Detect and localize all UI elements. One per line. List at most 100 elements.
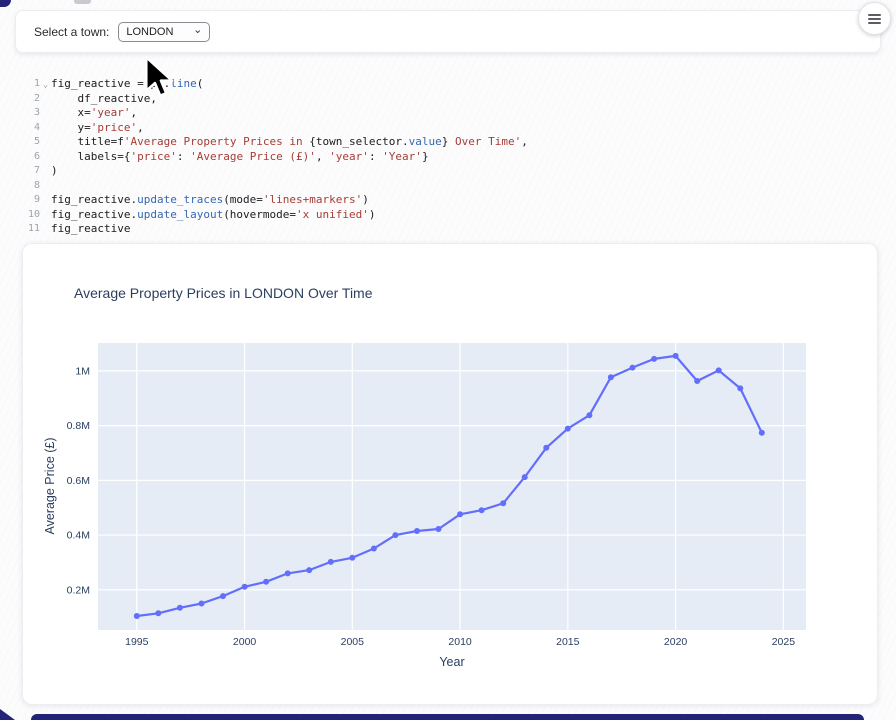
data-point[interactable] bbox=[155, 610, 161, 616]
data-point[interactable] bbox=[285, 570, 291, 576]
line-number: 1 bbox=[14, 77, 40, 92]
data-point[interactable] bbox=[651, 356, 657, 362]
code-text: labels={'price': 'Average Price (£)', 'y… bbox=[51, 150, 882, 165]
data-point[interactable] bbox=[242, 584, 248, 590]
data-point[interactable] bbox=[328, 559, 334, 565]
code-token: {town_selector. bbox=[309, 135, 408, 148]
chart-output-cell: 19952000200520102015202020250.2M0.4M0.6M… bbox=[22, 243, 878, 705]
x-tick-label: 2000 bbox=[233, 636, 257, 648]
data-point[interactable] bbox=[716, 367, 722, 373]
data-point[interactable] bbox=[392, 532, 398, 538]
price-line-chart[interactable]: 19952000200520102015202020250.2M0.4M0.6M… bbox=[23, 244, 878, 689]
code-text: x='year', bbox=[51, 106, 882, 121]
code-token: 'year' bbox=[91, 106, 131, 119]
code-token: y= bbox=[51, 121, 91, 134]
data-point[interactable] bbox=[306, 567, 312, 573]
data-point[interactable] bbox=[263, 579, 269, 585]
x-tick-label: 1995 bbox=[125, 636, 149, 648]
line-number: 4 bbox=[14, 121, 40, 136]
data-point[interactable] bbox=[565, 426, 571, 432]
line-number: 3 bbox=[14, 106, 40, 121]
fold-spacer bbox=[40, 121, 51, 136]
data-point[interactable] bbox=[759, 430, 765, 436]
data-point[interactable] bbox=[500, 500, 506, 506]
y-tick-label: 0.4M bbox=[67, 530, 90, 542]
cutoff-next-cell-bar bbox=[31, 714, 864, 720]
data-point[interactable] bbox=[630, 365, 636, 371]
code-line[interactable]: 3 x='year', bbox=[14, 106, 882, 121]
x-tick-label: 2015 bbox=[556, 636, 580, 648]
code-token: ( bbox=[197, 77, 204, 90]
code-token: ) bbox=[362, 193, 369, 206]
data-point[interactable] bbox=[371, 546, 377, 552]
plot-area[interactable] bbox=[98, 343, 806, 630]
code-line[interactable]: 11fig_reactive bbox=[14, 222, 882, 237]
data-point[interactable] bbox=[177, 605, 183, 611]
code-line[interactable]: 10fig_reactive.update_layout(hovermode='… bbox=[14, 208, 882, 223]
code-token: ) bbox=[369, 208, 376, 221]
marimo-notebook-page: { "widget_panel": { "label": "Select a t… bbox=[0, 0, 896, 720]
code-token: Over Time' bbox=[448, 135, 521, 148]
code-text: fig_reactive.update_layout(hovermode='x … bbox=[51, 208, 882, 223]
x-tick-label: 2025 bbox=[772, 636, 796, 648]
data-point[interactable] bbox=[414, 528, 420, 534]
code-text: fig_reactive bbox=[51, 222, 882, 237]
code-token: title=f bbox=[51, 135, 124, 148]
line-number: 6 bbox=[14, 150, 40, 165]
code-line[interactable]: 8 bbox=[14, 179, 882, 194]
code-token: 'year' bbox=[329, 150, 369, 163]
fold-chevron-icon[interactable]: ⌄ bbox=[40, 77, 51, 92]
town-select-dropdown[interactable]: LONDON ⌄ bbox=[118, 22, 210, 42]
code-line[interactable]: 7) bbox=[14, 164, 882, 179]
code-line[interactable]: 4 y='price', bbox=[14, 121, 882, 136]
data-point[interactable] bbox=[673, 353, 679, 359]
fold-spacer bbox=[40, 150, 51, 165]
y-axis-title: Average Price (£) bbox=[43, 437, 57, 534]
cutoff-corner-triangle bbox=[0, 709, 15, 720]
code-text: ) bbox=[51, 164, 882, 179]
y-tick-label: 0.8M bbox=[67, 420, 90, 432]
data-point[interactable] bbox=[522, 474, 528, 480]
x-tick-label: 2020 bbox=[664, 636, 688, 648]
notebook-menu-button[interactable] bbox=[858, 2, 891, 35]
data-point[interactable] bbox=[349, 555, 355, 561]
data-point[interactable] bbox=[134, 613, 140, 619]
code-token: fig_reactive bbox=[51, 222, 130, 235]
data-point[interactable] bbox=[220, 593, 226, 599]
fold-spacer bbox=[40, 106, 51, 121]
fold-spacer bbox=[40, 179, 51, 194]
data-point[interactable] bbox=[543, 445, 549, 451]
code-token: , bbox=[131, 106, 138, 119]
x-tick-label: 2005 bbox=[341, 636, 365, 648]
data-point[interactable] bbox=[586, 412, 592, 418]
code-token: } bbox=[422, 150, 429, 163]
code-token: ) bbox=[51, 164, 58, 177]
data-point[interactable] bbox=[436, 526, 442, 532]
code-token: (mode= bbox=[223, 193, 263, 206]
data-point[interactable] bbox=[737, 385, 743, 391]
code-token: 'x unified' bbox=[296, 208, 369, 221]
code-token: 'lines+markers' bbox=[263, 193, 362, 206]
fold-spacer bbox=[40, 135, 51, 150]
line-number: 2 bbox=[14, 92, 40, 107]
code-token: value bbox=[409, 135, 442, 148]
chart-title: Average Property Prices in LONDON Over T… bbox=[74, 285, 373, 301]
line-number: 8 bbox=[14, 179, 40, 194]
data-point[interactable] bbox=[694, 378, 700, 384]
code-line[interactable]: 6 labels={'price': 'Average Price (£)', … bbox=[14, 150, 882, 165]
code-text: title=f'Average Property Prices in {town… bbox=[51, 135, 882, 150]
data-point[interactable] bbox=[457, 511, 463, 517]
code-line[interactable]: 9fig_reactive.update_traces(mode='lines+… bbox=[14, 193, 882, 208]
town-selector-panel: Select a town: LONDON ⌄ bbox=[15, 10, 881, 53]
line-number: 7 bbox=[14, 164, 40, 179]
code-line[interactable]: 5 title=f'Average Property Prices in {to… bbox=[14, 135, 882, 150]
code-token: 'Average Property Prices in bbox=[124, 135, 309, 148]
data-point[interactable] bbox=[199, 601, 205, 607]
code-token: df_reactive, bbox=[51, 92, 157, 105]
code-token: 'Year' bbox=[382, 150, 422, 163]
x-tick-label: 2010 bbox=[448, 636, 472, 648]
code-token: 'price' bbox=[130, 150, 176, 163]
data-point[interactable] bbox=[479, 507, 485, 513]
code-token: update_traces bbox=[137, 193, 223, 206]
data-point[interactable] bbox=[608, 374, 614, 380]
